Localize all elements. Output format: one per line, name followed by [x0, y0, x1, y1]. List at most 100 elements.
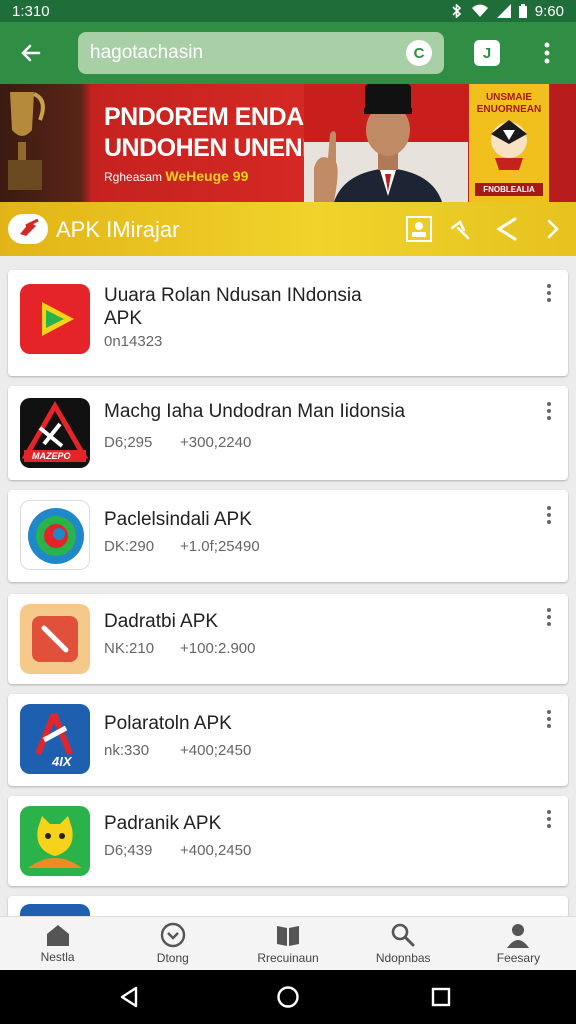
item-menu-button[interactable]: [540, 710, 558, 736]
nav-item-profile[interactable]: Feesary: [461, 917, 576, 970]
list-item[interactable]: MAZEPO Machg Iaha Undodran Man Iidonsia …: [8, 386, 568, 480]
banner-subline-prefix: Rgheasam: [104, 170, 163, 184]
battery-level: 9:60: [534, 2, 564, 20]
tool-button[interactable]: J: [472, 38, 502, 68]
bottom-navigation: Nestla Dtong Rrecuinaun Ndopnbas Feesary: [0, 916, 576, 970]
banner-side-title: UNSMAIE ENUORNEAN: [476, 92, 542, 115]
nav-label: Dtong: [156, 951, 189, 965]
nav-item-home[interactable]: Nestla: [0, 917, 115, 970]
item-menu-button[interactable]: [540, 608, 558, 634]
signal-icon: [496, 4, 511, 18]
nav-label: Feesary: [496, 951, 541, 965]
play-icon: [42, 302, 74, 336]
status-bar: 1:310 9:60: [0, 0, 576, 22]
mascot-image: [491, 120, 527, 170]
list-item[interactable]: Paclelsindali APK DK:290 +1.0f;25490: [8, 490, 568, 582]
app-code: D6;439: [104, 842, 153, 859]
app-icon: [20, 284, 90, 354]
app-name: Uuara Rolan Ndusan INdonsia APK: [104, 285, 362, 329]
clear-search-button[interactable]: C: [406, 40, 432, 66]
wifi-icon: [471, 4, 488, 17]
app-icon: [20, 604, 90, 674]
next-button[interactable]: [538, 214, 568, 244]
search-query: hagotachasin: [90, 42, 204, 63]
app-code: DK:290: [104, 538, 155, 555]
more-vert-icon: [547, 810, 551, 828]
more-vert-icon: [547, 506, 551, 524]
back-button[interactable]: [0, 22, 62, 84]
app-code: D6;295: [104, 434, 153, 451]
app-code: 0n14323: [104, 333, 163, 350]
filter-button[interactable]: [446, 214, 476, 244]
cat-face-icon: [28, 816, 82, 868]
status-time: 1:310: [12, 2, 50, 20]
banner-subline: Rgheasam WeHeuge 99: [104, 168, 248, 184]
item-menu-button[interactable]: [540, 402, 558, 428]
banner-side-panel: UNSMAIE ENUORNEAN FNOBLEALIA: [469, 84, 549, 202]
nav-label: Nestla: [40, 950, 75, 964]
app-icon: [20, 500, 90, 570]
person-icon: [507, 924, 530, 948]
share-icon: [496, 217, 517, 241]
battery-icon: [518, 4, 527, 18]
trophy-icon: [8, 92, 45, 190]
app-icon: [20, 806, 90, 876]
list-item[interactable]: Padranik APK D6;439 +400,2450: [8, 796, 568, 886]
more-vert-icon: [547, 284, 551, 302]
app-icon: 4IX: [20, 704, 90, 774]
app-code: NK:210: [104, 640, 155, 657]
app-icon: MAZEPO: [20, 398, 90, 468]
app-name: Padranik APK: [104, 813, 222, 834]
nav-item-search[interactable]: Ndopnbas: [346, 917, 461, 970]
item-menu-button[interactable]: [540, 284, 558, 310]
search-input[interactable]: hagotachasin C: [78, 32, 444, 74]
nav-label: Rrecuinaun: [257, 951, 319, 965]
more-vert-icon: [547, 608, 551, 626]
back-triangle-icon[interactable]: [116, 984, 142, 1010]
more-vert-icon: [547, 402, 551, 420]
nav-item-library[interactable]: Rrecuinaun: [230, 917, 345, 970]
official-portrait-image: [304, 84, 468, 202]
system-navigation-bar: [0, 970, 576, 1024]
list-item[interactable]: Dadratbi APK NK:210 +100:2.900: [8, 594, 568, 684]
app-name: Machg Iaha Undodran Man Iidonsia: [104, 401, 406, 422]
app-download-count: +1.0f;25490: [180, 538, 260, 555]
category-logo: [8, 214, 48, 244]
tool-icon: J: [474, 40, 500, 66]
home-circle-icon[interactable]: [275, 984, 301, 1010]
search-icon: [391, 923, 415, 947]
download-circle-icon: [160, 922, 185, 948]
app-download-count: +400;2450: [180, 742, 252, 759]
chevron-right-icon: [547, 219, 559, 239]
app-name: Dadratbi APK: [104, 611, 219, 632]
app-download-count: +100:2.900: [180, 640, 256, 657]
overflow-menu-button[interactable]: [532, 38, 562, 68]
swirl-logo-icon: [28, 508, 84, 564]
nav-label: Ndopnbas: [375, 951, 431, 965]
promo-banner[interactable]: PNDOREM ENDANAN UNDOHEN UNENISIA Rgheasa…: [0, 84, 576, 202]
brand-logo-icon: [20, 218, 39, 236]
app-download-count: +300,2240: [180, 434, 252, 451]
item-menu-button[interactable]: [540, 810, 558, 836]
app-icon-label: 4IX: [52, 754, 72, 769]
item-menu-button[interactable]: [540, 506, 558, 532]
app-code: nk:330: [104, 742, 150, 759]
nav-item-download[interactable]: Dtong: [115, 917, 230, 970]
share-button[interactable]: [492, 214, 522, 244]
banner-subline-highlight: WeHeuge 99: [165, 168, 249, 184]
app-name: Polaratoln APK: [104, 713, 232, 734]
app-bar: hagotachasin C J: [0, 22, 576, 84]
app-name: Paclelsindali APK: [104, 509, 252, 530]
more-vert-icon: [547, 710, 551, 728]
app-icon-label: MAZEPO: [32, 451, 71, 461]
list-item-partial[interactable]: [8, 896, 568, 918]
category-bar: APK IMirajar: [0, 202, 576, 256]
banner-side-badge: FNOBLEALIA: [475, 183, 543, 196]
more-vert-icon: [544, 42, 550, 64]
recents-square-icon[interactable]: [428, 984, 454, 1010]
home-icon: [46, 925, 69, 946]
list-item[interactable]: 4IX Polaratoln APK nk:330 +400;2450: [8, 694, 568, 786]
app-download-count: +400,2450: [180, 842, 252, 859]
store-button[interactable]: [404, 214, 434, 244]
list-item[interactable]: Uuara Rolan Ndusan INdonsia APK 0n14323: [8, 270, 568, 376]
